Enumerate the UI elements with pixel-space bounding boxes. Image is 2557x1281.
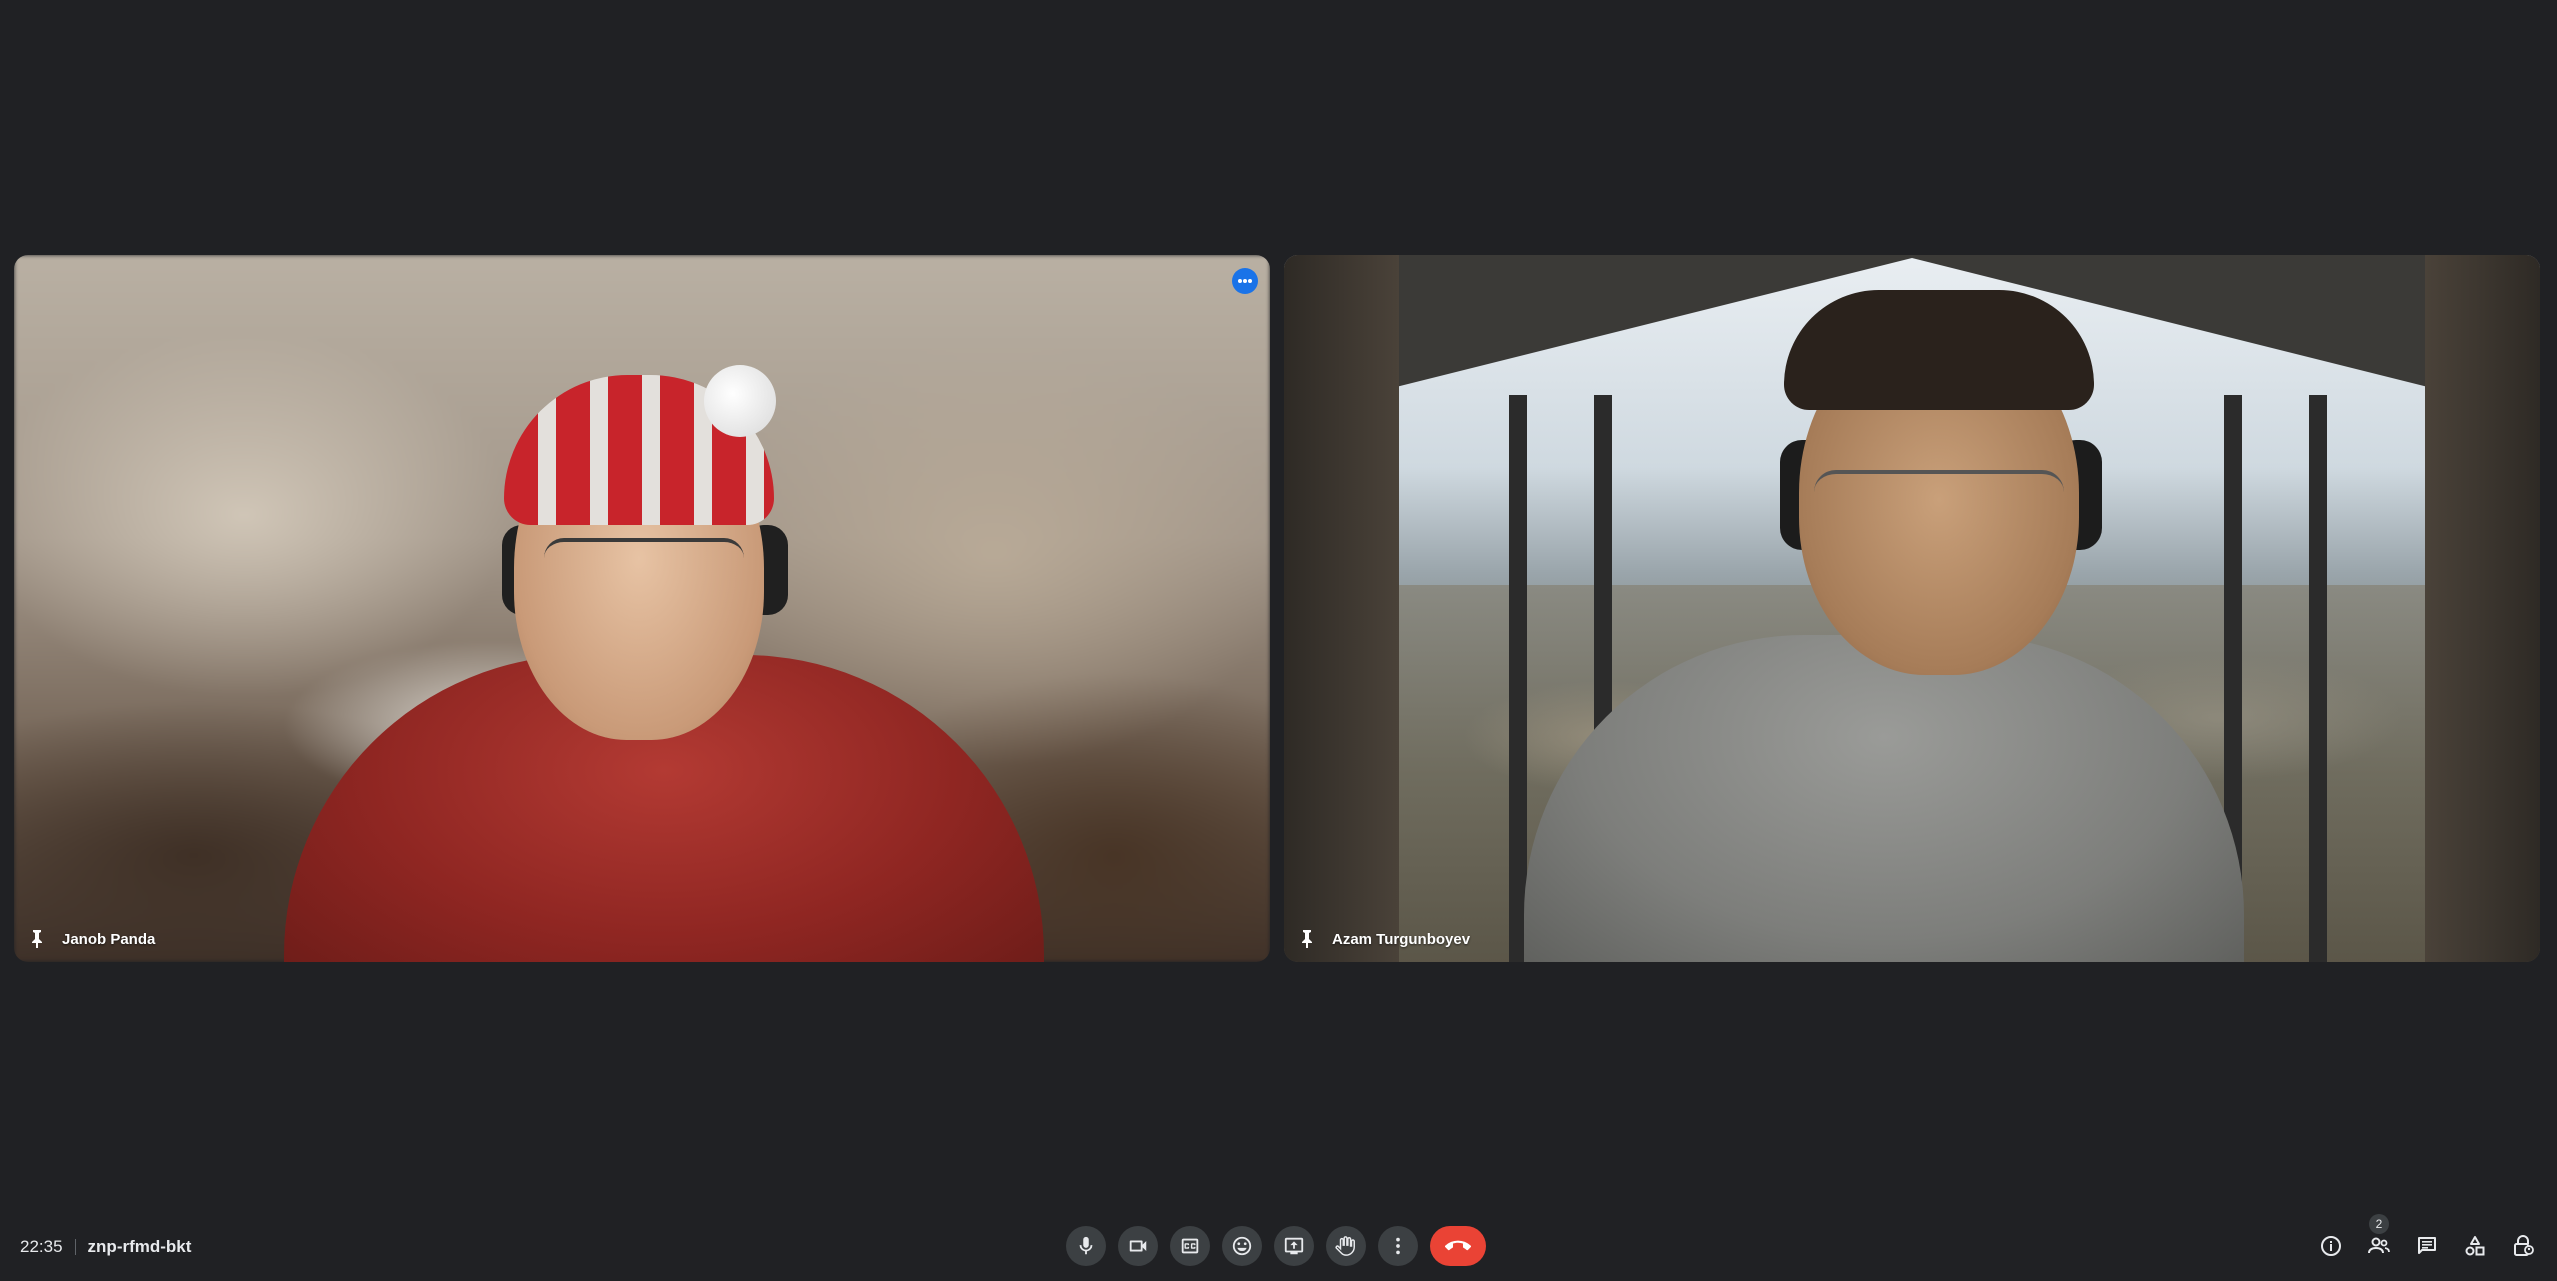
captions-icon bbox=[1181, 1238, 1199, 1254]
people-icon bbox=[2368, 1237, 2390, 1254]
people-count-badge: 2 bbox=[2369, 1214, 2389, 1234]
participant-name: Janob Panda bbox=[62, 930, 156, 948]
lock-person-icon bbox=[2514, 1235, 2534, 1256]
mic-icon bbox=[1079, 1236, 1093, 1255]
call-controls bbox=[1066, 1226, 1486, 1266]
more-options-button[interactable] bbox=[1378, 1226, 1418, 1266]
meeting-tools: 2 bbox=[2311, 1214, 2543, 1266]
activities-icon bbox=[2465, 1236, 2485, 1256]
meeting-details-button[interactable] bbox=[2311, 1226, 2351, 1266]
meeting-code: znp-rfmd-bkt bbox=[87, 1237, 192, 1256]
meet-stage: Janob Panda Azam Turgunboyev 22:35 znp-r… bbox=[0, 0, 2557, 1281]
chat-button[interactable] bbox=[2407, 1226, 2447, 1266]
divider bbox=[74, 1239, 76, 1255]
captions-button[interactable] bbox=[1170, 1226, 1210, 1266]
leave-call-button[interactable] bbox=[1430, 1226, 1486, 1266]
pin-icon[interactable] bbox=[28, 929, 46, 949]
present-screen-icon bbox=[1284, 1237, 1304, 1255]
host-controls-button[interactable] bbox=[2503, 1226, 2543, 1266]
raise-hand-icon bbox=[1335, 1236, 1355, 1256]
participant-name-label: Azam Turgunboyev bbox=[1298, 929, 1470, 949]
participant-name: Azam Turgunboyev bbox=[1332, 930, 1471, 948]
mic-button[interactable] bbox=[1066, 1226, 1106, 1266]
wall bbox=[1284, 255, 1399, 962]
bottom-toolbar: 22:35 znp-rfmd-bkt 2 bbox=[0, 1210, 2557, 1281]
window-post bbox=[1509, 395, 1527, 962]
hair bbox=[1784, 290, 2094, 410]
camera-icon bbox=[1129, 1240, 1147, 1252]
present-button[interactable] bbox=[1274, 1226, 1314, 1266]
chat-icon bbox=[2418, 1237, 2436, 1254]
participant-tile-1[interactable]: Janob Panda bbox=[14, 255, 1270, 962]
more-options-icon bbox=[1396, 1237, 1400, 1255]
more-options-icon[interactable] bbox=[1232, 268, 1258, 294]
glasses bbox=[544, 538, 744, 592]
activities-button[interactable] bbox=[2455, 1226, 2495, 1266]
pin-icon[interactable] bbox=[1298, 929, 1316, 949]
participant-tile-2[interactable]: Azam Turgunboyev bbox=[1284, 255, 2540, 962]
hat-pom bbox=[704, 365, 776, 437]
info-icon bbox=[2321, 1236, 2341, 1256]
wall bbox=[2425, 255, 2540, 962]
raise-hand-button[interactable] bbox=[1326, 1226, 1366, 1266]
participant-name-label: Janob Panda bbox=[28, 929, 155, 949]
hangup-icon bbox=[1445, 1240, 1471, 1251]
meeting-details: 22:35 znp-rfmd-bkt bbox=[20, 1237, 191, 1257]
glasses bbox=[1814, 470, 2064, 524]
camera-button[interactable] bbox=[1118, 1226, 1158, 1266]
reactions-button[interactable] bbox=[1222, 1226, 1262, 1266]
people-button[interactable]: 2 bbox=[2359, 1214, 2399, 1266]
clock-time: 22:35 bbox=[20, 1237, 63, 1256]
emoji-icon bbox=[1232, 1236, 1252, 1256]
window-post bbox=[2309, 395, 2327, 962]
